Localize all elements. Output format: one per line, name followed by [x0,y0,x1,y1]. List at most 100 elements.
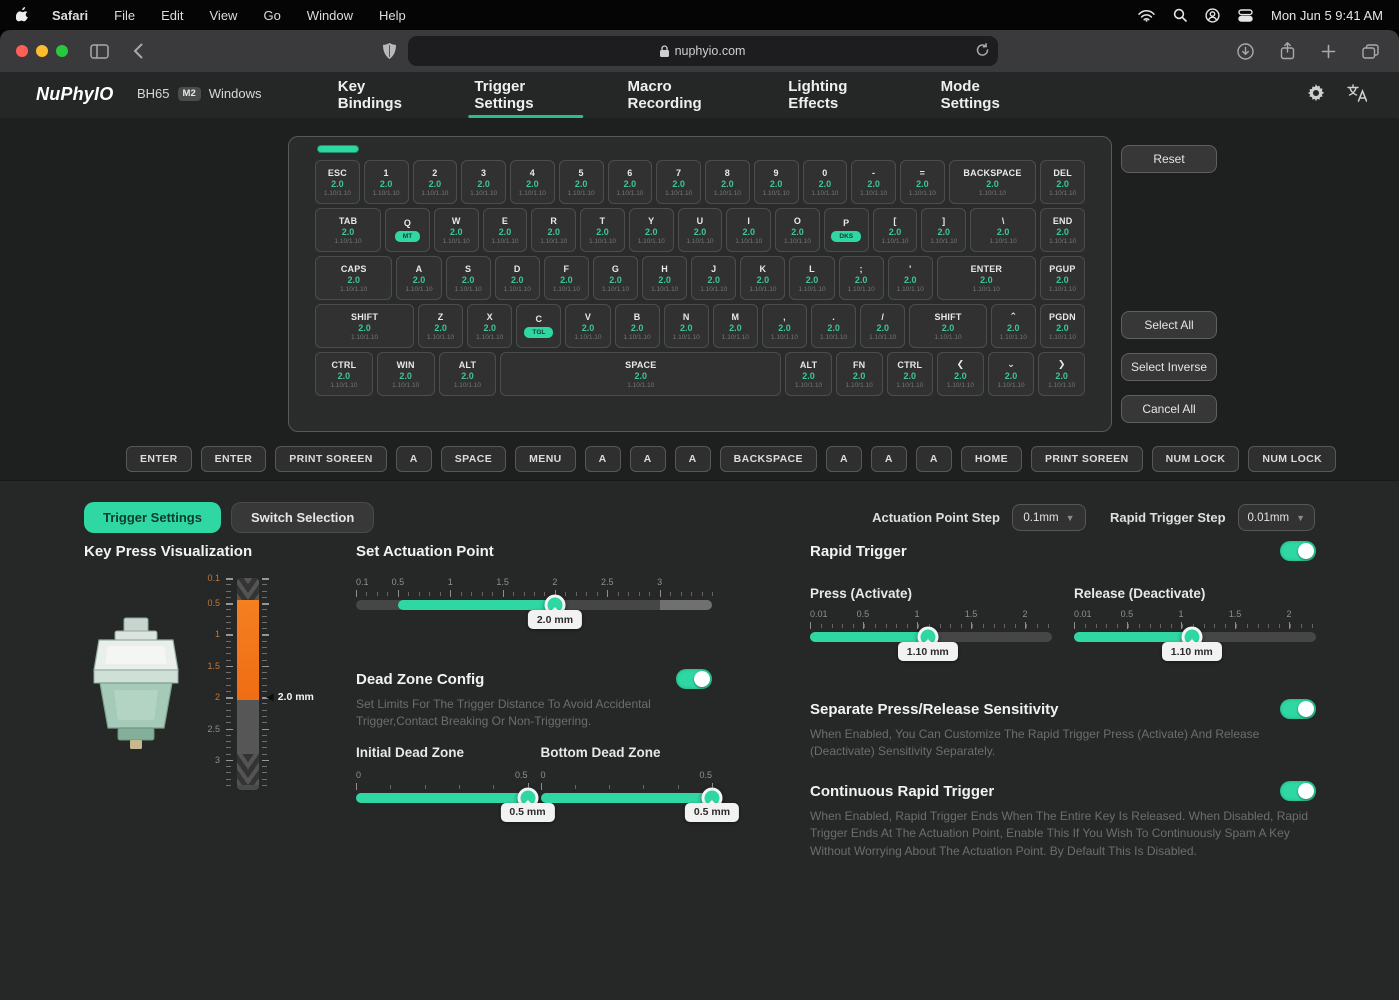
key-fn[interactable]: FN2.01.10/1.10 [836,352,883,396]
language-translate-icon[interactable] [1347,84,1367,102]
key-[interactable]: '2.01.10/1.10 [888,256,933,300]
key-2[interactable]: 22.01.10/1.10 [413,160,458,204]
key-ctrl[interactable]: CTRL2.01.10/1.10 [315,352,373,396]
wifi-icon[interactable] [1138,9,1155,22]
downloads-icon[interactable] [1237,42,1254,60]
panel-tab-trigger-settings[interactable]: Trigger Settings [84,502,221,533]
binding-button[interactable]: ENTER [201,446,267,472]
reset-button[interactable]: Reset [1121,145,1217,173]
menu-item-window[interactable]: Window [307,8,353,23]
key-[interactable]: ,2.01.10/1.10 [762,304,807,348]
share-icon[interactable] [1280,42,1295,60]
binding-button[interactable]: A [396,446,432,472]
apple-logo-icon[interactable] [16,7,30,23]
key-[interactable]: -2.01.10/1.10 [851,160,896,204]
key-pgdn[interactable]: PGDN2.01.10/1.10 [1040,304,1085,348]
rapid-step-dropdown[interactable]: 0.01mm ▼ [1238,504,1315,531]
key-p[interactable]: PDKS [824,208,869,252]
binding-button[interactable]: PRINT SOREEN [1031,446,1143,472]
key-win[interactable]: WIN2.01.10/1.10 [377,352,435,396]
binding-button[interactable]: SPACE [441,446,506,472]
key-end[interactable]: END2.01.10/1.10 [1040,208,1085,252]
key-[interactable]: ❯2.01.10/1.10 [1038,352,1085,396]
back-button[interactable] [133,43,143,59]
key-b[interactable]: B2.01.10/1.10 [615,304,660,348]
settings-gear-icon[interactable] [1307,84,1325,102]
tab-trigger-settings[interactable]: Trigger Settings [472,72,579,118]
key-o[interactable]: O2.01.10/1.10 [775,208,820,252]
actuation-step-dropdown[interactable]: 0.1mm ▼ [1012,504,1086,531]
key-q[interactable]: QMT [385,208,430,252]
key-caps[interactable]: CAPS2.01.10/1.10 [315,256,392,300]
select-all-button[interactable]: Select All [1121,311,1217,339]
key-r[interactable]: R2.01.10/1.10 [531,208,576,252]
key-w[interactable]: W2.01.10/1.10 [434,208,479,252]
key-tab[interactable]: TAB2.01.10/1.10 [315,208,381,252]
slider-track[interactable] [541,793,713,803]
key-backspace[interactable]: BACKSPACE2.01.10/1.10 [949,160,1037,204]
key-c[interactable]: CTGL [516,304,561,348]
key-space[interactable]: SPACE2.01.10/1.10 [500,352,781,396]
brand-logo[interactable]: NuPhyIO [36,84,113,105]
key-x[interactable]: X2.01.10/1.10 [467,304,512,348]
separate-sensitivity-toggle[interactable] [1280,699,1316,719]
privacy-shield-icon[interactable] [383,43,396,59]
sidebar-icon[interactable] [90,44,109,59]
binding-button[interactable]: A [871,446,907,472]
tab-key-bindings[interactable]: Key Bindings [336,72,427,118]
cancel-all-button[interactable]: Cancel All [1121,395,1217,423]
slider-track[interactable] [356,793,528,803]
menu-item-help[interactable]: Help [379,8,406,23]
key-n[interactable]: N2.01.10/1.10 [664,304,709,348]
binding-button[interactable]: ENTER [126,446,192,472]
key-shift[interactable]: SHIFT2.01.10/1.10 [315,304,414,348]
key-a[interactable]: A2.01.10/1.10 [396,256,441,300]
key-[interactable]: ⌄2.01.10/1.10 [988,352,1035,396]
release-sensitivity-slider[interactable]: 0.010.511.521.10 mm [1074,609,1316,679]
actuation-point-slider[interactable]: 0.10.511.522.532.0 mm [356,577,712,647]
key-5[interactable]: 52.01.10/1.10 [559,160,604,204]
key-l[interactable]: L2.01.10/1.10 [789,256,834,300]
key-enter[interactable]: ENTER2.01.10/1.10 [937,256,1036,300]
key-e[interactable]: E2.01.10/1.10 [483,208,528,252]
binding-button[interactable]: MENU [515,446,576,472]
dead-zone-toggle[interactable] [676,669,712,689]
panel-tab-switch-selection[interactable]: Switch Selection [231,502,374,533]
key-[interactable]: .2.01.10/1.10 [811,304,856,348]
menu-item-view[interactable]: View [210,8,238,23]
key-t[interactable]: T2.01.10/1.10 [580,208,625,252]
binding-button[interactable]: HOME [961,446,1022,472]
key-[interactable]: =2.01.10/1.10 [900,160,945,204]
key-[interactable]: /2.01.10/1.10 [860,304,905,348]
binding-button[interactable]: A [826,446,862,472]
key-i[interactable]: I2.01.10/1.10 [726,208,771,252]
key-9[interactable]: 92.01.10/1.10 [754,160,799,204]
key-h[interactable]: H2.01.10/1.10 [642,256,687,300]
spotlight-search-icon[interactable] [1173,8,1187,22]
tab-overview-icon[interactable] [1362,42,1379,60]
key-g[interactable]: G2.01.10/1.10 [593,256,638,300]
key-ctrl[interactable]: CTRL2.01.10/1.10 [887,352,934,396]
key-alt[interactable]: ALT2.01.10/1.10 [439,352,497,396]
key-pgup[interactable]: PGUP2.01.10/1.10 [1040,256,1085,300]
key-del[interactable]: DEL2.01.10/1.10 [1040,160,1085,204]
key-esc[interactable]: ESC2.01.10/1.10 [315,160,360,204]
close-window-button[interactable] [16,45,28,57]
key-7[interactable]: 72.01.10/1.10 [656,160,701,204]
key-[interactable]: ]2.01.10/1.10 [921,208,966,252]
binding-button[interactable]: PRINT SOREEN [275,446,387,472]
key-shift[interactable]: SHIFT2.01.10/1.10 [909,304,986,348]
slider-track[interactable] [356,600,712,610]
address-bar[interactable]: nuphyio.com [408,36,998,66]
key-alt[interactable]: ALT2.01.10/1.10 [785,352,832,396]
key-u[interactable]: U2.01.10/1.10 [678,208,723,252]
binding-button[interactable]: A [630,446,666,472]
menu-item-edit[interactable]: Edit [161,8,183,23]
key-4[interactable]: 42.01.10/1.10 [510,160,555,204]
key-[interactable]: \2.01.10/1.10 [970,208,1036,252]
window-controls[interactable] [16,45,68,57]
binding-button[interactable]: NUM LOCK [1152,446,1240,472]
menu-item-safari[interactable]: Safari [52,8,88,23]
binding-button[interactable]: A [916,446,952,472]
bottom-dead-zone-slider[interactable]: 00.50.5 mm [541,770,713,840]
